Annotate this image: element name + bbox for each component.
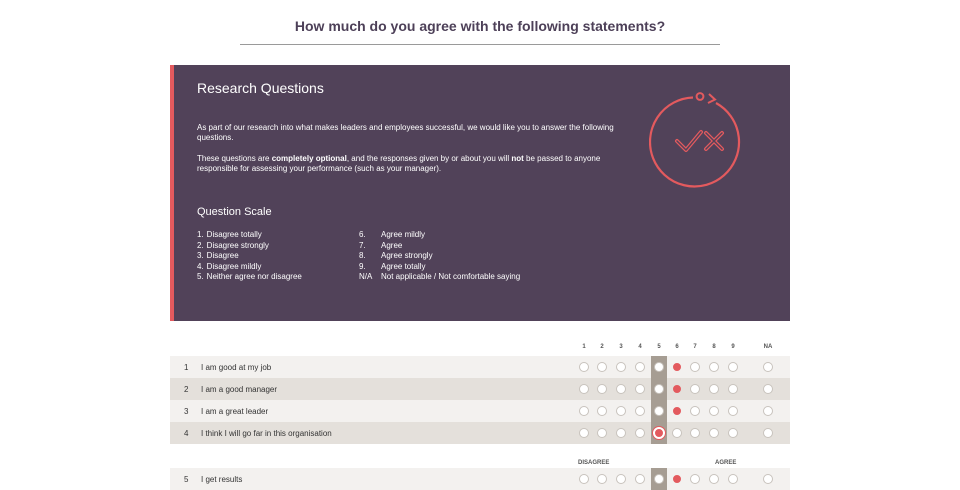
rating-radio-6[interactable] xyxy=(673,407,681,415)
intro-panel: Research Questions As part of our resear… xyxy=(170,65,790,321)
rating-radio-6[interactable] xyxy=(673,363,681,371)
scale-item: 2. Disagree strongly xyxy=(197,240,269,250)
rating-radio-9[interactable] xyxy=(728,384,738,394)
rating-radio-7[interactable] xyxy=(690,474,700,484)
question-text: I get results xyxy=(201,475,243,484)
scale-list-right: 6. Agree mildly 7. Agree 8. Agree strongly … xyxy=(359,230,520,283)
rating-radio-4[interactable] xyxy=(635,362,645,372)
rating-radio-3[interactable] xyxy=(616,384,626,394)
scale-item: N/A Not applicable / Not comfortable sayi… xyxy=(359,272,521,281)
column-label-6: 6 xyxy=(675,344,679,350)
disagree-caption: DISAGREE xyxy=(578,460,610,466)
rating-radio-8[interactable] xyxy=(709,428,719,438)
rating-radio-3[interactable] xyxy=(616,406,626,416)
column-label-7: 7 xyxy=(693,344,697,350)
question-row: 2 I am a good manager xyxy=(170,378,790,400)
question-text: I think I will go far in this organisati… xyxy=(201,429,332,438)
rating-radio-6[interactable] xyxy=(673,385,681,393)
rating-radio-4[interactable] xyxy=(635,474,645,484)
rating-radio-2[interactable] xyxy=(597,428,607,438)
question-text: I am a great leader xyxy=(201,407,269,416)
rating-radio-2[interactable] xyxy=(597,362,607,372)
column-label-2: 2 xyxy=(600,344,604,350)
column-label-3: 3 xyxy=(619,344,623,350)
rating-radio-2[interactable] xyxy=(597,474,607,484)
rating-radio-5[interactable] xyxy=(654,384,664,394)
rating-radio-4[interactable] xyxy=(635,384,645,394)
rating-radio-5[interactable] xyxy=(654,406,664,416)
question-row: 4 I think I will go far in this organisat… xyxy=(170,422,790,444)
column-label-1: 1 xyxy=(582,344,586,350)
scale-heading: Question Scale xyxy=(197,206,272,218)
rating-radio-7[interactable] xyxy=(690,384,700,394)
question-row: 5 I get results xyxy=(170,468,790,490)
rating-radio-7[interactable] xyxy=(690,406,700,416)
question-text: I am a good manager xyxy=(201,385,278,394)
rating-radio-9[interactable] xyxy=(728,428,738,438)
scale-item: 3. Disagree xyxy=(197,251,239,260)
rating-radio-4[interactable] xyxy=(635,428,645,438)
rating-radio-1[interactable] xyxy=(579,362,589,372)
rating-radio-8[interactable] xyxy=(709,474,719,484)
scale-item: 9. Agree totally xyxy=(359,261,426,271)
scale-item: 6. Agree mildly xyxy=(359,230,426,239)
scale-item: 4. Disagree mildly xyxy=(197,261,262,271)
question-row: 1 I am good at my job xyxy=(170,356,790,378)
rating-radio-6[interactable] xyxy=(673,475,681,483)
column-label-9: 9 xyxy=(731,344,735,350)
rating-radio-na[interactable] xyxy=(763,474,773,484)
question-number: 2 xyxy=(184,385,189,394)
rating-radio-na[interactable] xyxy=(763,428,773,438)
rating-radio-3[interactable] xyxy=(616,362,626,372)
question-number: 5 xyxy=(184,475,189,484)
title-divider xyxy=(240,44,720,45)
rating-radio-2[interactable] xyxy=(597,406,607,416)
column-label-na: NA xyxy=(763,344,773,350)
rating-radio-1[interactable] xyxy=(579,384,589,394)
scale-item: 5. Neither agree nor disagree xyxy=(197,272,302,281)
column-label-8: 8 xyxy=(712,344,716,350)
rating-radio-1[interactable] xyxy=(579,428,589,438)
rating-radio-5[interactable] xyxy=(653,427,665,439)
intro-heading: Research Questions xyxy=(197,80,324,96)
check-cross-icon xyxy=(649,92,741,188)
rating-radio-5[interactable] xyxy=(654,362,664,372)
rating-radio-2[interactable] xyxy=(597,384,607,394)
rating-radio-7[interactable] xyxy=(690,362,700,372)
scale-item: 7. Agree xyxy=(359,240,403,250)
rating-radio-1[interactable] xyxy=(579,406,589,416)
rating-radio-9[interactable] xyxy=(728,362,738,372)
column-label-4: 4 xyxy=(638,344,642,350)
question-row: 3 I am a great leader xyxy=(170,400,790,422)
rating-radio-na[interactable] xyxy=(763,384,773,394)
rating-radio-7[interactable] xyxy=(690,428,700,438)
rating-radio-6[interactable] xyxy=(672,428,682,438)
rating-radio-8[interactable] xyxy=(709,362,719,372)
rating-radio-9[interactable] xyxy=(728,474,738,484)
rating-radio-9[interactable] xyxy=(728,406,738,416)
scale-item: 8. Agree strongly xyxy=(359,251,433,260)
question-number: 3 xyxy=(184,407,189,416)
rating-radio-3[interactable] xyxy=(616,474,626,484)
intro-paragraph-1: As part of our research into what makes … xyxy=(197,123,614,142)
rating-radio-8[interactable] xyxy=(709,406,719,416)
column-header-row: 1 2 3 4 5 6 7 8 9 NA xyxy=(170,344,790,354)
rating-radio-3[interactable] xyxy=(616,428,626,438)
scale-item: 1. Disagree totally xyxy=(197,230,262,239)
question-number: 1 xyxy=(184,363,189,372)
column-label-5: 5 xyxy=(657,344,661,350)
scale-list-left: 1. Disagree totally 2. Disagree strongly 3… xyxy=(197,230,302,283)
rating-radio-5[interactable] xyxy=(654,474,664,484)
intro-paragraph-2: These questions are completely optional,… xyxy=(197,154,601,173)
agree-caption: AGREE xyxy=(715,460,737,466)
rating-radio-na[interactable] xyxy=(763,406,773,416)
rating-radio-na[interactable] xyxy=(763,362,773,372)
question-text: I am good at my job xyxy=(201,363,272,372)
question-number: 4 xyxy=(184,429,189,438)
rating-radio-4[interactable] xyxy=(635,406,645,416)
rating-radio-8[interactable] xyxy=(709,384,719,394)
page-title: How much do you agree with the following… xyxy=(294,18,666,34)
rating-radio-1[interactable] xyxy=(579,474,589,484)
